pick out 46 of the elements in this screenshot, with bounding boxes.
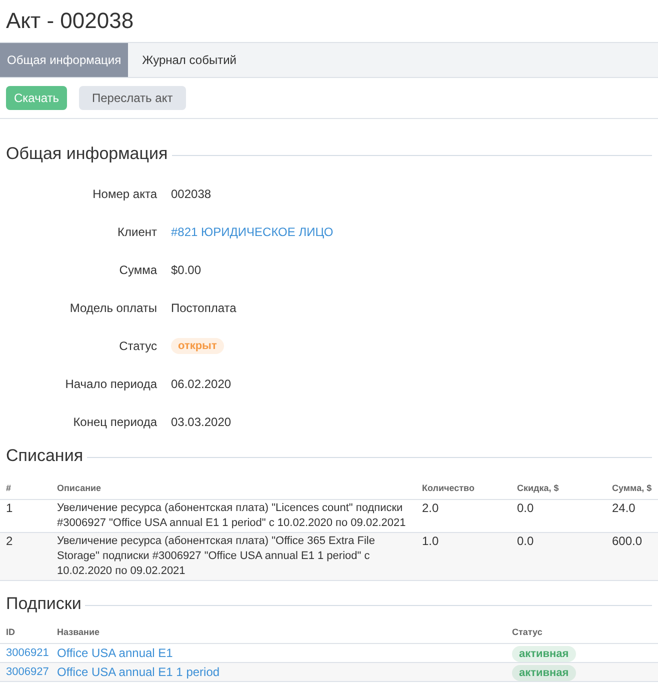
table-cell-text: 24.0 bbox=[612, 500, 636, 516]
table-cell-text: 2.0 bbox=[422, 500, 440, 516]
subscription-name-link[interactable]: Office USA annual E1 bbox=[57, 646, 173, 660]
field-value: 03.03.2020 bbox=[171, 414, 232, 430]
client-link[interactable]: #821 ЮРИДИЧЕСКОЕ ЛИЦО bbox=[171, 222, 334, 240]
toolbar-button[interactable]: Скачать bbox=[6, 86, 67, 110]
subscription-name-link[interactable]: Office USA annual E1 1 period bbox=[57, 664, 220, 678]
section-heading: Списания bbox=[6, 444, 84, 466]
column-header: Сумма, $ bbox=[612, 482, 652, 495]
column-header: Количество bbox=[422, 482, 476, 495]
field-label: Конец периода bbox=[72, 414, 158, 430]
column-header: # bbox=[6, 482, 12, 495]
tab[interactable]: Общая информация bbox=[0, 43, 128, 77]
status-badge: открыт bbox=[171, 338, 224, 354]
field-value: Постоплата bbox=[171, 300, 236, 316]
status-badge: активная bbox=[512, 646, 576, 662]
field-label: Номер акта bbox=[92, 186, 158, 202]
section-heading: Подписки bbox=[6, 592, 82, 614]
tab[interactable]: Журнал событий bbox=[128, 43, 250, 77]
field-value: 002038 bbox=[171, 186, 212, 202]
table-cell-text: Увеличение ресурса (абонентская плата) "Office 365 Extra File Storage" подписки #3006927 "Office USA annual E1 1 period" с 10.02.2020 по 09.02.2021 bbox=[57, 534, 376, 578]
field-label: Начало периода bbox=[64, 376, 158, 392]
table-cell-text: Увеличение ресурса (абонентская плата) "Licences count" подписки #3006927 "Office USA annual E1 1 period" с 10.02.2020 по 09.02.2021 bbox=[57, 500, 407, 530]
column-header: Описание bbox=[57, 482, 102, 495]
page-title: Акт - 002038 bbox=[5, 7, 135, 35]
subscription-id-link[interactable]: 3006921 bbox=[6, 647, 49, 660]
field-label: Модель оплаты bbox=[68, 300, 158, 316]
table-cell-text: 0.0 bbox=[517, 500, 535, 516]
field-label: Сумма bbox=[118, 262, 158, 278]
table-cell-text: 1 bbox=[6, 500, 14, 516]
field-label: Статус bbox=[118, 338, 158, 354]
status-badge: активная bbox=[512, 664, 576, 680]
column-header: Название bbox=[57, 626, 100, 639]
table-cell-text: 0.0 bbox=[517, 534, 535, 550]
table-cell-text: 600.0 bbox=[612, 534, 644, 550]
toolbar-button[interactable]: Переслать акт bbox=[79, 86, 186, 110]
field-value: $0.00 bbox=[171, 262, 202, 278]
table-cell-text: 2 bbox=[6, 534, 14, 550]
column-header: Статус bbox=[512, 626, 544, 639]
column-header: ID bbox=[6, 626, 16, 639]
table-cell-text: 1.0 bbox=[422, 534, 440, 550]
subscription-id-link[interactable]: 3006927 bbox=[6, 666, 49, 678]
column-header: Скидка, $ bbox=[517, 482, 560, 495]
field-value: 06.02.2020 bbox=[171, 376, 232, 392]
section-heading: Общая информация bbox=[6, 143, 168, 165]
field-label: Клиент bbox=[116, 224, 158, 240]
